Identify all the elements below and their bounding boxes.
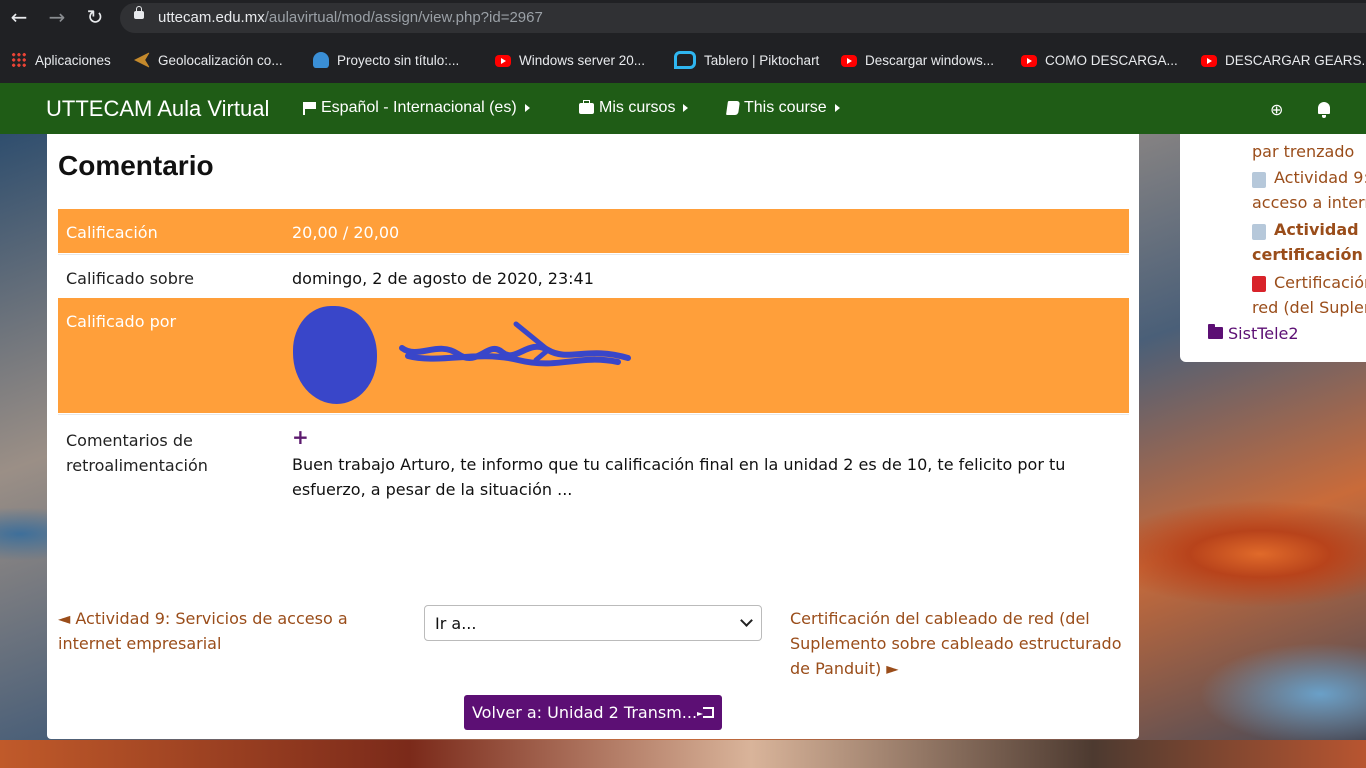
graded-by-label: Calificado por bbox=[66, 312, 177, 331]
sidebar-activity-current[interactable]: Actividad 1 bbox=[1274, 217, 1366, 242]
grade-row: Calificación 20,00 / 20,00 bbox=[58, 209, 1129, 253]
bell-icon[interactable] bbox=[1318, 102, 1330, 118]
feedback-comments-text: Buen trabajo Arturo, te informo que tu c… bbox=[292, 455, 1066, 499]
bookmark-label: Aplicaciones bbox=[35, 52, 111, 68]
language-menu[interactable]: Español - Internacional (es) bbox=[303, 99, 530, 117]
grader-avatar-redacted bbox=[293, 306, 377, 404]
bookmark-label: Windows server 20... bbox=[519, 52, 646, 68]
bookmark-label: Proyecto sin título:... bbox=[337, 52, 460, 68]
feedback-comments-row: Comentarios de retroalimentación + Buen … bbox=[58, 414, 1129, 515]
sidebar-text[interactable]: acceso a interne bbox=[1252, 190, 1366, 215]
bookmark-piktochart[interactable]: Tablero | Piktochart bbox=[674, 50, 819, 70]
jump-to-selected-value: Ir a... bbox=[435, 614, 477, 633]
piktochart-icon bbox=[674, 51, 696, 69]
sign-in-icon bbox=[697, 707, 715, 718]
grade-value: 20,00 / 20,00 bbox=[292, 223, 400, 242]
forward-arrow-icon[interactable]: → bbox=[44, 4, 70, 30]
caret-right-icon bbox=[834, 104, 840, 112]
reload-icon[interactable]: ↻ bbox=[82, 4, 108, 30]
youtube-icon bbox=[1021, 55, 1037, 67]
flag-icon bbox=[303, 102, 316, 115]
my-courses-label: Mis cursos bbox=[599, 99, 676, 116]
caret-right-icon bbox=[683, 104, 689, 112]
pdf-icon bbox=[1252, 276, 1266, 292]
feedback-comments-label-line1: Comentarios de bbox=[66, 431, 193, 450]
bookmark-label: Tablero | Piktochart bbox=[704, 52, 820, 68]
feedback-comments-label: Comentarios de retroalimentación bbox=[66, 428, 256, 478]
url-path: /aulavirtual/mod/assign/view.php?id=2967 bbox=[264, 9, 543, 26]
folder-icon bbox=[1208, 324, 1223, 339]
lock-icon bbox=[134, 6, 144, 19]
this-course-label: This course bbox=[744, 99, 827, 116]
grader-name-redacted bbox=[399, 321, 631, 367]
browser-address-bar: ← → ↻ uttecam.edu.mx/aulavirtual/mod/ass… bbox=[0, 0, 1366, 36]
sidebar-text[interactable]: par trenzado bbox=[1252, 139, 1354, 164]
document-icon bbox=[1252, 224, 1266, 240]
sidebar-text[interactable]: certificación d bbox=[1252, 242, 1366, 267]
sidebar-activity-9[interactable]: Actividad 9: bbox=[1274, 165, 1366, 190]
bookmark-label: COMO DESCARGA... bbox=[1045, 52, 1178, 68]
back-arrow-icon[interactable]: ← bbox=[6, 4, 32, 30]
jump-to-select[interactable]: Ir a... bbox=[424, 605, 762, 641]
feedback-card: Comentario Calificación 20,00 / 20,00 Ca… bbox=[47, 134, 1139, 739]
graded-on-row: Calificado sobre domingo, 2 de agosto de… bbox=[58, 254, 1129, 299]
caret-right-icon bbox=[524, 104, 530, 112]
bookmarks-bar: Aplicaciones Geolocalización co... Proye… bbox=[0, 36, 1366, 83]
bookmark-apps[interactable]: Aplicaciones bbox=[11, 50, 111, 70]
bookmark-geolocalizacion[interactable]: Geolocalización co... bbox=[134, 50, 283, 70]
url-field[interactable]: uttecam.edu.mx/aulavirtual/mod/assign/vi… bbox=[120, 3, 1366, 33]
feedback-comments-label-line2: retroalimentación bbox=[66, 456, 208, 475]
download-circle-icon[interactable]: ⊕ bbox=[1270, 100, 1283, 119]
bookmark-label: Geolocalización co... bbox=[158, 52, 283, 68]
briefcase-icon bbox=[579, 99, 594, 114]
site-navbar: UTTECAM Aula Virtual Español - Internaci… bbox=[0, 83, 1366, 134]
sidebar-certification[interactable]: Certificación bbox=[1274, 270, 1366, 295]
previous-activity-link[interactable]: ◄ Actividad 9: Servicios de acceso a int… bbox=[58, 606, 408, 656]
graded-on-label: Calificado sobre bbox=[66, 269, 194, 288]
my-courses-menu[interactable]: Mis cursos bbox=[579, 99, 689, 117]
language-label: Español - Internacional (es) bbox=[321, 99, 517, 116]
geolocation-icon bbox=[134, 52, 150, 68]
course-sidebar: par trenzado Actividad 9: acceso a inter… bbox=[1180, 134, 1366, 362]
youtube-icon bbox=[1201, 55, 1217, 67]
back-to-section-button[interactable]: Volver a: Unidad 2 Transm... bbox=[464, 695, 722, 730]
back-button-label: Volver a: Unidad 2 Transm... bbox=[471, 703, 698, 722]
bookmark-descargar-windows[interactable]: Descargar windows... bbox=[841, 50, 994, 70]
youtube-icon bbox=[495, 55, 511, 67]
youtube-icon bbox=[841, 55, 857, 67]
sidebar-folder[interactable]: SistTele2 bbox=[1228, 323, 1299, 345]
site-brand[interactable]: UTTECAM Aula Virtual bbox=[46, 96, 269, 122]
expand-plus-icon[interactable]: + bbox=[292, 425, 309, 449]
book-icon bbox=[726, 101, 740, 115]
sidebar-text[interactable]: red (del Suplem bbox=[1252, 295, 1366, 320]
bookmark-proyecto[interactable]: Proyecto sin título:... bbox=[313, 50, 459, 70]
background-mural-strip bbox=[0, 740, 1366, 768]
graded-by-row: Calificado por bbox=[58, 298, 1129, 413]
document-icon bbox=[1252, 172, 1266, 188]
url-host: uttecam.edu.mx bbox=[158, 9, 265, 26]
bookmark-como-descarga[interactable]: COMO DESCARGA... bbox=[1021, 50, 1178, 70]
bookmark-windows-server[interactable]: Windows server 20... bbox=[495, 50, 645, 70]
next-activity-link[interactable]: Certificación del cableado de red (del S… bbox=[790, 606, 1130, 681]
graded-on-value: domingo, 2 de agosto de 2020, 23:41 bbox=[292, 269, 594, 288]
bookmark-label: Descargar windows... bbox=[865, 52, 995, 68]
bookmark-label: DESCARGAR GEARS... bbox=[1225, 52, 1366, 68]
page-title: Comentario bbox=[58, 150, 214, 181]
this-course-menu[interactable]: This course bbox=[726, 99, 840, 117]
apps-grid-icon bbox=[11, 52, 27, 68]
grade-label: Calificación bbox=[66, 223, 158, 242]
chevron-down-icon bbox=[740, 614, 753, 627]
bookmark-descargar-gears[interactable]: DESCARGAR GEARS... bbox=[1201, 50, 1366, 70]
project-icon bbox=[313, 52, 329, 68]
